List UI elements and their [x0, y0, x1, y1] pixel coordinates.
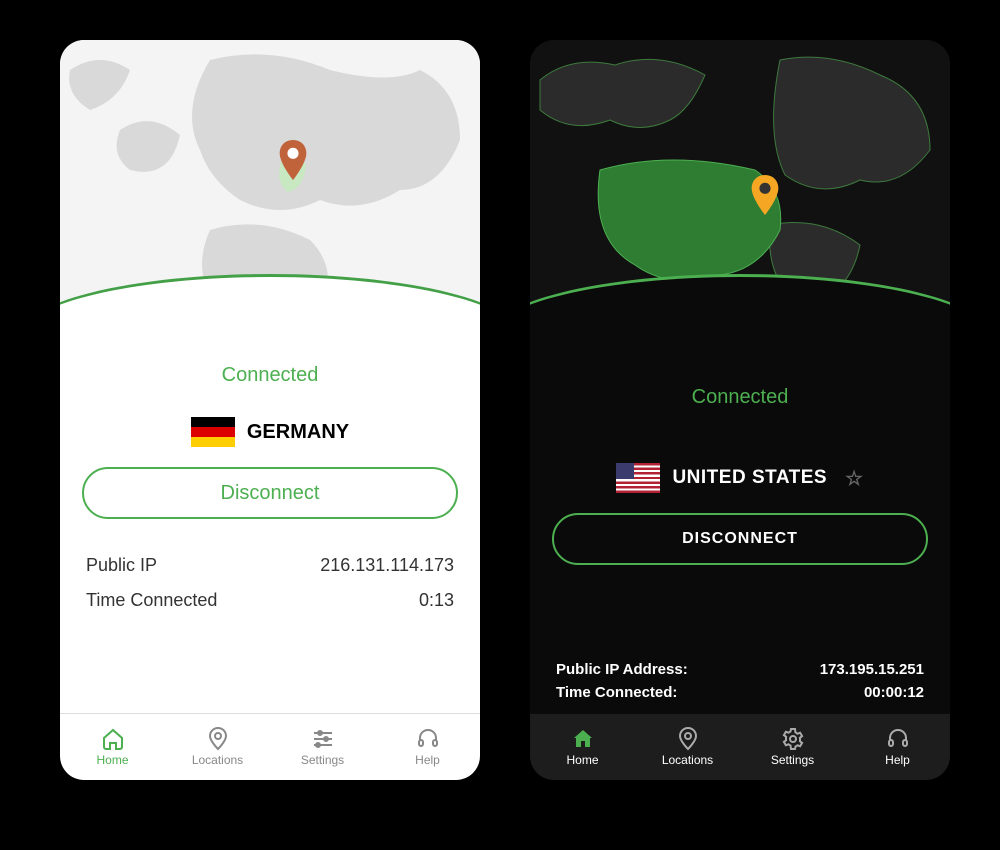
headset-icon: [886, 727, 910, 751]
gear-icon: [781, 727, 805, 751]
vpn-app-light: Connected GERMANY Disconnect Public IP 2…: [60, 40, 480, 780]
connection-status: Connected: [60, 364, 480, 387]
location-pin-icon: [676, 727, 700, 751]
country-row[interactable]: GERMANY: [60, 417, 480, 447]
time-connected-label: Time Connected:: [556, 684, 677, 701]
nav-label: Settings: [301, 753, 344, 767]
nav-help[interactable]: Help: [375, 714, 480, 780]
map-pin-icon: [751, 175, 779, 215]
disconnect-button[interactable]: Disconnect: [82, 467, 458, 519]
disconnect-button[interactable]: DISCONNECT: [552, 513, 928, 565]
public-ip-label: Public IP Address:: [556, 661, 688, 678]
public-ip-value: 173.195.15.251: [820, 661, 924, 678]
stats-block: Public IP 216.131.114.173 Time Connected…: [86, 541, 454, 625]
public-ip-label: Public IP: [86, 555, 157, 576]
connection-status: Connected: [530, 386, 950, 409]
flag-icon: [616, 463, 660, 493]
public-ip-value: 216.131.114.173: [320, 555, 454, 576]
nav-label: Locations: [662, 753, 713, 767]
nav-label: Help: [885, 753, 910, 767]
nav-label: Locations: [192, 753, 243, 767]
nav-settings[interactable]: Settings: [270, 714, 375, 780]
time-connected-value: 00:00:12: [864, 684, 924, 701]
map-area: [60, 40, 480, 340]
nav-label: Help: [415, 753, 440, 767]
sliders-icon: [311, 727, 335, 751]
home-icon: [101, 727, 125, 751]
map-pin-icon: [279, 140, 307, 180]
nav-label: Settings: [771, 753, 814, 767]
vpn-app-dark: Connected UNITED STATES ☆ DISCONNECT Pub…: [530, 40, 950, 780]
nav-settings[interactable]: Settings: [740, 714, 845, 780]
headset-icon: [416, 727, 440, 751]
nav-help[interactable]: Help: [845, 714, 950, 780]
bottom-nav: Home Locations Settings Help: [530, 714, 950, 780]
time-connected-label: Time Connected: [86, 590, 217, 611]
public-ip-row: Public IP Address: 173.195.15.251: [556, 661, 924, 678]
stats-block: Public IP Address: 173.195.15.251 Time C…: [556, 655, 924, 707]
bottom-nav: Home Locations Settings Help: [60, 713, 480, 780]
home-icon: [571, 727, 595, 751]
time-connected-row: Time Connected 0:13: [86, 590, 454, 611]
location-pin-icon: [206, 727, 230, 751]
nav-locations[interactable]: Locations: [635, 714, 740, 780]
nav-label: Home: [96, 753, 128, 767]
favorite-star-icon[interactable]: ☆: [845, 466, 863, 491]
map-area: [530, 40, 950, 340]
public-ip-row: Public IP 216.131.114.173: [86, 555, 454, 576]
flag-icon: [191, 417, 235, 447]
nav-locations[interactable]: Locations: [165, 714, 270, 780]
nav-home[interactable]: Home: [530, 714, 635, 780]
nav-label: Home: [566, 753, 598, 767]
time-connected-value: 0:13: [419, 590, 454, 611]
country-name: GERMANY: [247, 421, 349, 444]
country-row[interactable]: UNITED STATES ☆: [530, 463, 950, 493]
nav-home[interactable]: Home: [60, 714, 165, 780]
time-connected-row: Time Connected: 00:00:12: [556, 684, 924, 701]
country-name: UNITED STATES: [672, 467, 827, 489]
